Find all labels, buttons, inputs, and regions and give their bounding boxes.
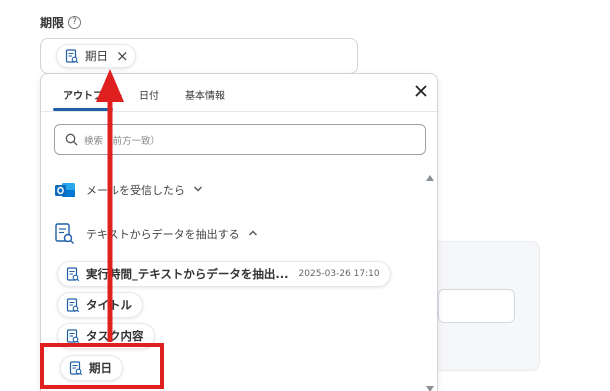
document-icon xyxy=(65,48,79,64)
search-input[interactable]: 検索（前方一致） xyxy=(54,124,426,155)
help-icon[interactable]: ? xyxy=(68,16,82,29)
document-search-icon xyxy=(55,223,74,244)
close-icon[interactable] xyxy=(413,83,429,99)
tab-output[interactable]: アウトプット xyxy=(63,87,123,102)
annotation-highlight-box xyxy=(40,343,164,389)
tab-bar: アウトプット 日付 基本情報 xyxy=(41,74,437,112)
chevron-down-icon xyxy=(193,185,203,196)
list-item-label: タイトル xyxy=(86,298,132,312)
document-icon xyxy=(66,328,80,344)
background-input[interactable] xyxy=(438,289,515,323)
field-label: 期限 ? xyxy=(40,14,82,31)
list-item-title[interactable]: タイトル xyxy=(57,292,143,318)
section-mail-received[interactable]: メールを受信したら xyxy=(54,180,203,200)
field-label-text: 期限 xyxy=(40,16,65,30)
section-label: テキストからデータを抽出する xyxy=(86,228,240,241)
list-item-label: タスク内容 xyxy=(86,329,144,343)
outlook-icon xyxy=(55,183,75,197)
scroll-down-arrow[interactable] xyxy=(426,386,434,391)
document-icon xyxy=(66,297,80,313)
list-item-timestamp: 2025-03-26 17:10 xyxy=(298,269,380,279)
selected-chip-label: 期日 xyxy=(85,49,108,63)
search-icon xyxy=(65,133,78,146)
list-item-label: 実行時間_テキストからデータを抽出... xyxy=(86,267,289,281)
search-placeholder: 検索（前方一致） xyxy=(84,135,161,147)
scroll-up-arrow[interactable] xyxy=(426,175,434,181)
document-icon xyxy=(66,266,80,282)
chip-close-icon[interactable]: × xyxy=(116,48,129,64)
section-extract-data[interactable]: テキストからデータを抽出する xyxy=(54,222,258,246)
list-item-execution-time[interactable]: 実行時間_テキストからデータを抽出... 2025-03-26 17:10 xyxy=(57,261,391,287)
active-tab-indicator xyxy=(53,108,113,111)
section-label: メールを受信したら xyxy=(86,184,185,197)
scrollbar-track[interactable] xyxy=(426,187,434,387)
selected-value-chip[interactable]: 期日 × xyxy=(56,44,136,68)
tab-basic-info[interactable]: 基本情報 xyxy=(185,87,225,102)
tab-date[interactable]: 日付 xyxy=(139,87,159,102)
chevron-up-icon xyxy=(248,229,258,240)
